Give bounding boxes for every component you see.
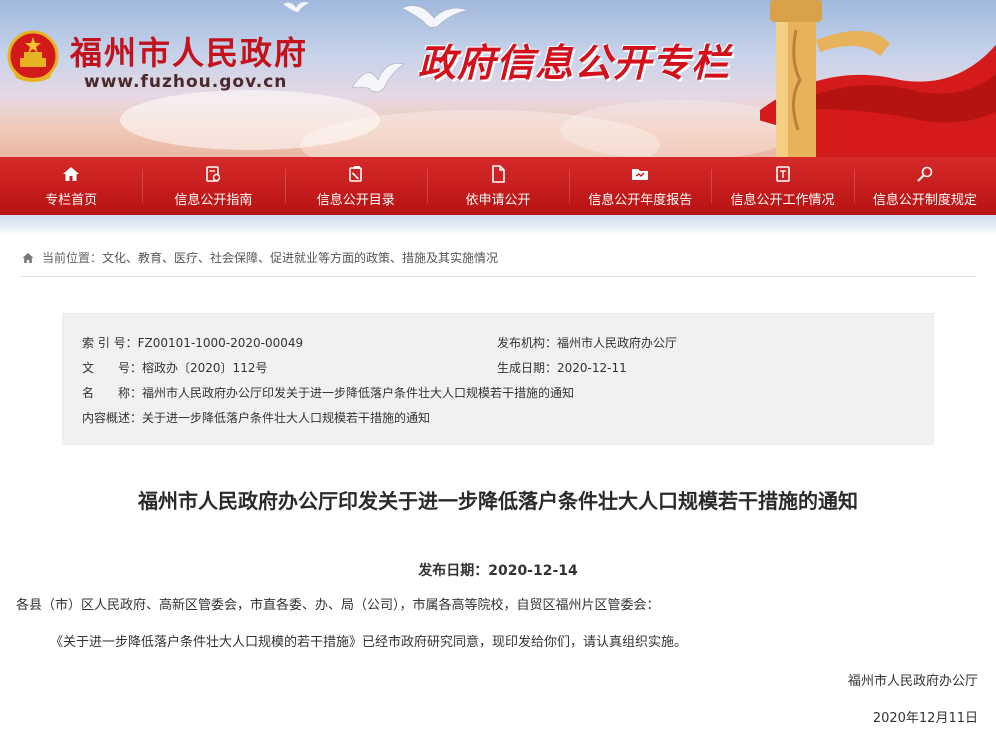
huabiao-column-illustration: [760, 0, 996, 157]
work-report-icon: [775, 165, 790, 182]
article-paragraph: 各县（市）区人民政府、高新区管委会，市直各委、办、局（公司），市属各高等院校，自…: [16, 598, 660, 613]
article-paragraph: 《关于进一步降低落户条件壮大人口规模的若干措施》已经市政府研究同意，现印发给你们…: [50, 635, 688, 650]
national-emblem-icon: [7, 30, 59, 82]
meta-created-date: 生成日期：2020-12-11: [497, 359, 627, 376]
meta-label: 名 称：: [82, 386, 143, 400]
meta-value: FZ00101-1000-2020-00049: [137, 336, 304, 350]
publish-date: 发布日期：2020-12-14: [418, 563, 578, 579]
site-title: 福州市人民政府: [70, 34, 309, 72]
signature: 福州市人民政府办公厅: [847, 674, 978, 689]
dove-icon: [351, 63, 405, 93]
meta-value: 福州市人民政府办公厅: [557, 336, 678, 350]
regulation-search-icon: [917, 166, 933, 182]
meta-label: 生成日期：: [497, 361, 558, 375]
breadcrumb: 当前位置： 文化、教育、医疗、社会保障、促进就业等方面的政策、措施及其实施情况: [22, 249, 498, 266]
meta-label: 索 引 号：: [82, 336, 138, 350]
nav-label: 依申请公开: [465, 192, 531, 208]
document-meta-box: 索 引 号：FZ00101-1000-2020-00049 发布机构：福州市人民…: [62, 313, 934, 445]
nav-item-work-status[interactable]: 信息公开工作情况: [711, 157, 853, 215]
nav-label: 信息公开工作情况: [730, 192, 835, 208]
nav-item-apply[interactable]: 依申请公开: [426, 157, 569, 215]
nav-label: 专栏首页: [45, 192, 98, 208]
catalog-icon: [348, 165, 362, 182]
meta-value: 关于进一步降低落户条件壮大人口规模若干措施的通知: [142, 411, 431, 425]
meta-value: 榕政办〔2020〕112号: [142, 361, 268, 375]
report-folder-icon: [632, 168, 649, 180]
meta-label: 文 号：: [82, 361, 143, 375]
home-icon: [63, 166, 80, 181]
guide-icon: [206, 165, 221, 182]
divider: [20, 276, 976, 277]
column-title: 政府信息公开专栏: [418, 41, 731, 85]
meta-value: 2020-12-11: [557, 361, 627, 375]
meta-value: 福州市人民政府办公厅印发关于进一步降低落户条件壮大人口规模若干措施的通知: [142, 386, 575, 400]
meta-publisher: 发布机构：福州市人民政府办公厅: [497, 334, 677, 351]
meta-name: 名 称：福州市人民政府办公厅印发关于进一步降低落户条件壮大人口规模若干措施的通知: [82, 384, 574, 401]
nav-item-home[interactable]: 专栏首页: [0, 157, 142, 215]
nav-shadow: [0, 215, 996, 235]
meta-index: 索 引 号：FZ00101-1000-2020-00049: [82, 334, 303, 351]
home-icon: [22, 252, 34, 263]
main-nav: 专栏首页 信息公开指南 信息公开目录 依申请公开 信息公开年度报告 信息公开工作…: [0, 157, 996, 215]
meta-doc-number: 文 号：榕政办〔2020〕112号: [82, 359, 267, 376]
nav-label: 信息公开年度报告: [588, 192, 693, 208]
article-title: 福州市人民政府办公厅印发关于进一步降低落户条件壮大人口规模若干措施的通知: [138, 489, 858, 513]
nav-item-catalog[interactable]: 信息公开目录: [284, 157, 427, 215]
meta-label: 发布机构：: [497, 336, 558, 350]
header-banner: 福州市人民政府 www.fuzhou.gov.cn 政府信息公开专栏: [0, 0, 996, 157]
nav-label: 信息公开指南: [174, 192, 253, 208]
breadcrumb-label: 当前位置：: [42, 251, 103, 265]
dove-icon: [401, 5, 470, 28]
nav-item-annual-report[interactable]: 信息公开年度报告: [569, 157, 711, 215]
sign-date: 2020年12月11日: [872, 711, 978, 726]
nav-label: 信息公开制度规定: [872, 192, 977, 208]
meta-label: 内容概述：: [82, 411, 143, 425]
nav-item-regulations[interactable]: 信息公开制度规定: [853, 157, 996, 215]
nav-label: 信息公开目录: [316, 192, 395, 208]
meta-summary: 内容概述：关于进一步降低落户条件壮大人口规模若干措施的通知: [82, 409, 430, 426]
nav-item-guide[interactable]: 信息公开指南: [142, 157, 284, 215]
document-icon: [492, 164, 505, 183]
site-url[interactable]: www.fuzhou.gov.cn: [84, 72, 287, 92]
breadcrumb-link[interactable]: 文化、教育、医疗、社会保障、促进就业等方面的政策、措施及其实施情况: [102, 249, 498, 266]
dove-icon: [283, 2, 309, 12]
